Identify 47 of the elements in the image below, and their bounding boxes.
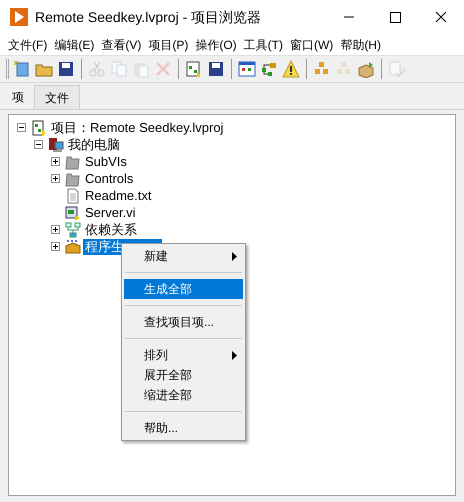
expand-toggle[interactable] <box>50 157 60 166</box>
network-icon <box>65 222 81 238</box>
menu-item[interactable]: 操作(O) <box>193 36 239 54</box>
tree-item[interactable]: SubVIs <box>83 154 129 170</box>
menu-option[interactable]: 生成全部 <box>124 279 243 299</box>
warning-icon[interactable] <box>282 60 300 78</box>
expand-toggle[interactable] <box>50 225 60 234</box>
menu-item[interactable]: 窗口(W) <box>288 36 336 54</box>
app-logo-icon <box>10 8 28 26</box>
window-title: Remote Seedkey.lvproj - 项目浏览器 <box>35 8 262 27</box>
package-icon[interactable] <box>357 60 375 78</box>
menu-item[interactable]: 工具(T) <box>242 36 285 54</box>
window-grid-icon[interactable] <box>238 60 256 78</box>
computer-icon <box>48 136 64 152</box>
expand-toggle[interactable] <box>50 174 60 183</box>
new-file-icon[interactable] <box>13 60 31 78</box>
menu-option[interactable]: 帮助... <box>124 418 243 438</box>
collapse-toggle[interactable] <box>34 140 42 149</box>
tab[interactable]: 文件 <box>34 85 80 109</box>
tree-item[interactable]: 项目：Remote Seedkey.lvproj <box>49 120 226 136</box>
menu-item[interactable]: 文件(F) <box>6 36 50 54</box>
tree-item[interactable]: 依赖关系 <box>83 222 139 238</box>
expand-toggle[interactable] <box>50 242 60 251</box>
collapse-toggle[interactable] <box>16 123 26 132</box>
menu-item[interactable]: 编辑(E) <box>52 36 96 54</box>
diagram-icon[interactable] <box>185 60 203 78</box>
menu-option[interactable]: 展开全部 <box>124 365 243 385</box>
vi-file-icon <box>65 204 81 220</box>
text-file-icon <box>65 188 81 204</box>
tree-item[interactable]: Readme.txt <box>83 188 154 204</box>
menu-item[interactable]: 查看(V) <box>99 36 144 54</box>
menu-option[interactable]: 缩进全部 <box>124 385 243 405</box>
menu-option[interactable]: 查找项目项... <box>124 312 243 332</box>
tree-item[interactable]: 我的电脑 <box>66 136 122 152</box>
project-icon <box>31 120 47 136</box>
tree-item[interactable]: Server.vi <box>83 204 138 220</box>
menu-item[interactable]: 帮助(H) <box>338 36 383 54</box>
menu-option[interactable]: 排列 <box>124 345 243 365</box>
hierarchy-icon[interactable] <box>260 60 278 78</box>
save-icon[interactable] <box>207 60 225 78</box>
save-icon[interactable] <box>57 60 75 78</box>
folder-icon <box>65 154 81 170</box>
tree-item[interactable]: Controls <box>83 170 136 186</box>
build-box-icon <box>65 238 81 254</box>
menu-option[interactable]: 新建 <box>124 246 243 266</box>
menu-item[interactable]: 项目(P) <box>146 36 190 54</box>
folder-icon <box>65 170 81 186</box>
